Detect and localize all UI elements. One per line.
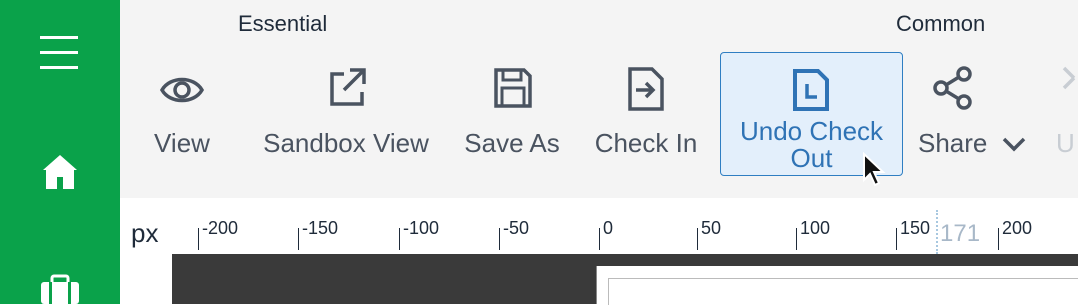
document-clock-icon — [793, 69, 829, 111]
hamburger-menu-icon[interactable] — [40, 34, 80, 70]
clipped-toolbar-button[interactable]: U — [1050, 0, 1078, 198]
ruler-tick-label: 0 — [603, 218, 614, 238]
ruler-tick-label: 50 — [701, 218, 722, 238]
app-sidebar — [0, 0, 120, 304]
save-as-label: Save As — [464, 128, 560, 158]
view-label: View — [154, 128, 210, 158]
eye-icon — [160, 77, 204, 103]
check-in-button[interactable]: Check In — [584, 0, 708, 198]
ruler-tick — [298, 228, 299, 250]
check-in-label: Check In — [594, 128, 698, 158]
share-nodes-icon — [933, 66, 972, 110]
briefcase-icon[interactable] — [40, 274, 80, 304]
ruler-tick-label: -50 — [503, 218, 530, 238]
ruler-tick — [499, 228, 500, 250]
ruler-tick — [998, 228, 999, 250]
sandbox-view-label: Sandbox View — [263, 128, 429, 158]
ruler-unit: px — [131, 218, 159, 248]
ruler-tick — [697, 228, 698, 250]
sandbox-view-button[interactable]: Sandbox View — [248, 0, 444, 198]
vertical-ruler[interactable] — [130, 254, 172, 304]
horizontal-ruler[interactable]: px -200 -150 -100 -50 0 50 100 150 171 2… — [120, 198, 1078, 254]
ruler-tick-label: 200 — [1002, 218, 1033, 238]
ruler-tick-label: -100 — [403, 218, 440, 238]
ruler-tick — [399, 228, 400, 250]
partial-icon — [1062, 66, 1076, 90]
ruler-tick — [796, 228, 797, 250]
document-arrow-in-icon — [628, 67, 664, 111]
home-icon[interactable] — [40, 152, 80, 192]
save-as-button[interactable]: Save As — [454, 0, 570, 198]
share-button[interactable]: Share — [916, 0, 1030, 198]
canvas-content[interactable] — [608, 278, 1078, 305]
ruler-tick-label: -200 — [202, 218, 239, 238]
ribbon-toolbar: Essential Common View Sandbox View Save … — [120, 0, 1078, 199]
ruler-tick — [599, 228, 600, 250]
ruler-tick — [896, 228, 897, 250]
ruler-tick-label: -150 — [302, 218, 339, 238]
floppy-disk-icon — [494, 68, 532, 108]
clipped-button-label: U — [1056, 128, 1075, 158]
cursor-position-marker — [936, 210, 938, 254]
cursor-position-label: 171 — [940, 220, 981, 247]
ruler-tick-label: 150 — [900, 218, 931, 238]
view-button[interactable]: View — [138, 0, 226, 198]
ruler-tick-label: 100 — [800, 218, 831, 238]
external-link-icon — [330, 68, 366, 106]
ruler-tick — [198, 228, 199, 250]
chevron-down-icon[interactable] — [1002, 136, 1026, 152]
mouse-pointer-icon — [863, 152, 886, 187]
